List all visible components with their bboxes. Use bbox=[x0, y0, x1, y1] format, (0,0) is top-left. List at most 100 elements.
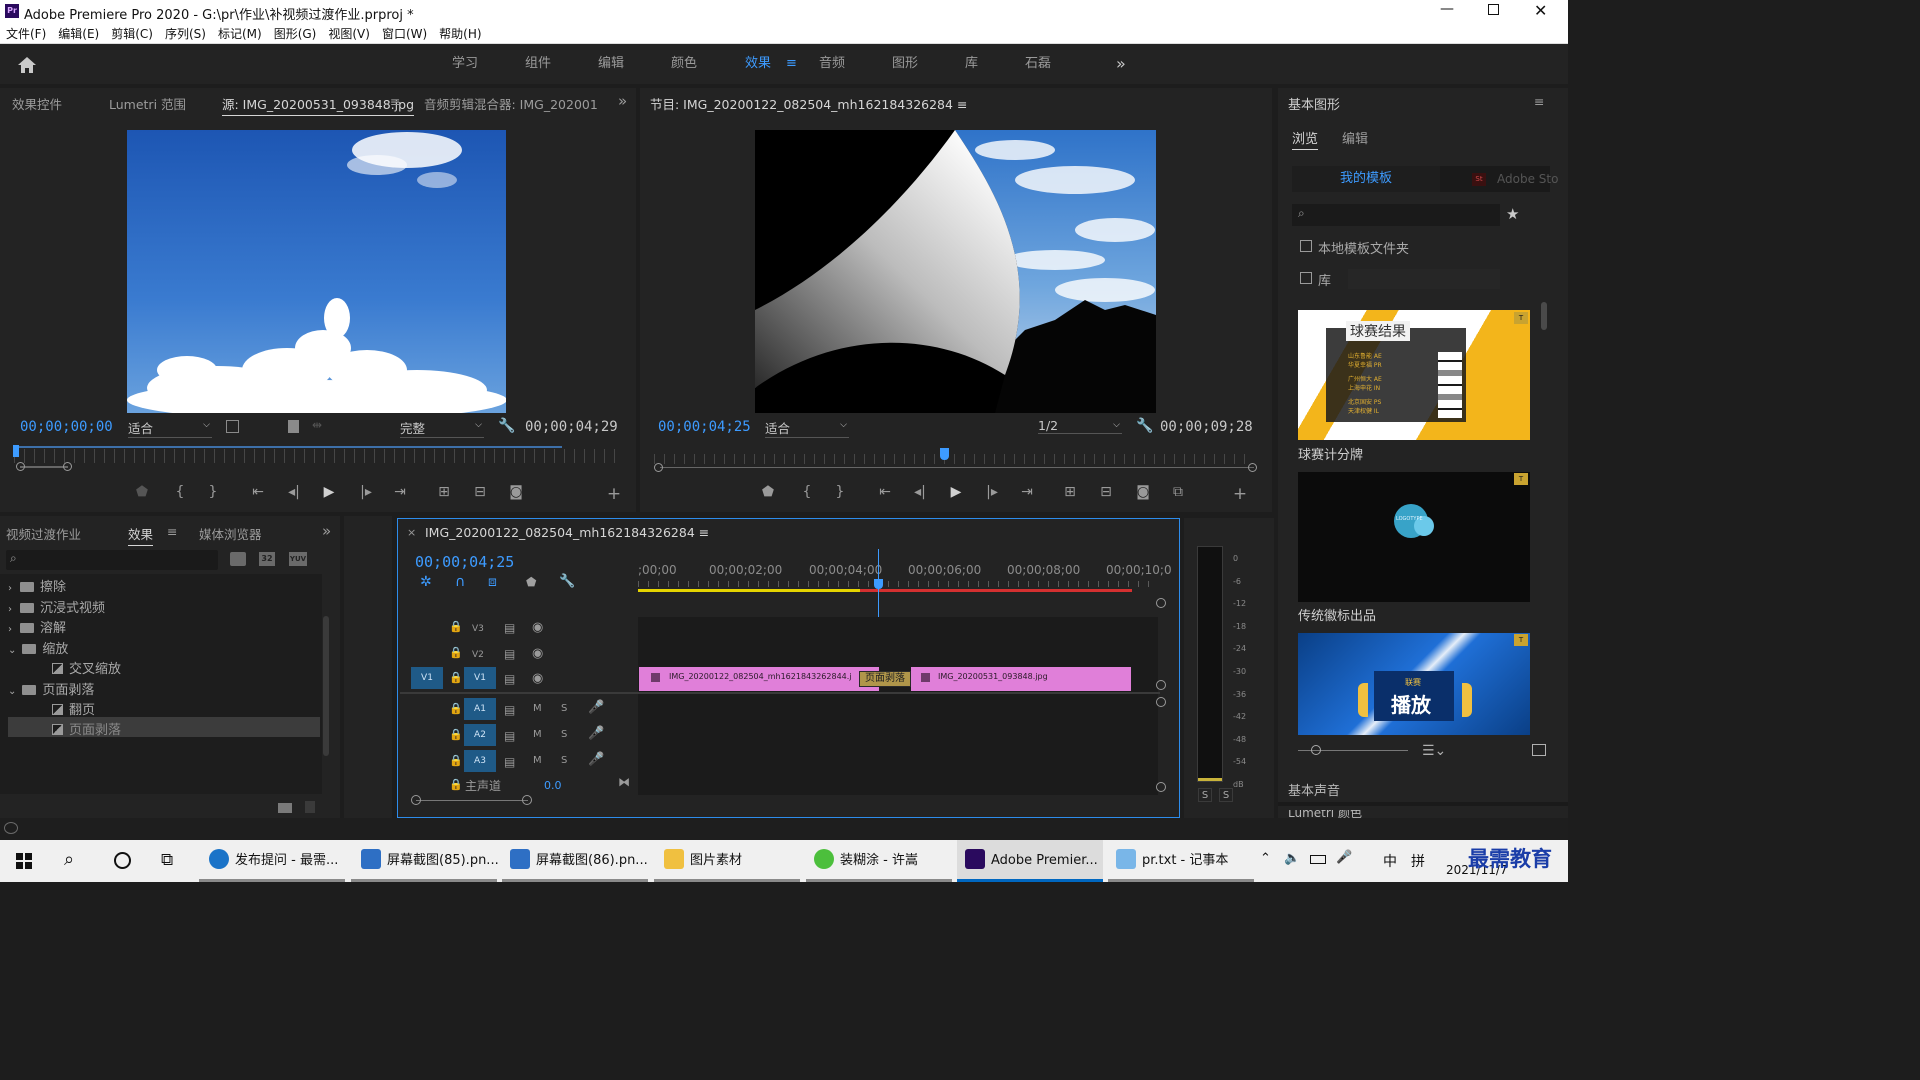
eye-icon[interactable]: ◉ bbox=[532, 671, 543, 686]
solo-left-button[interactable]: S bbox=[1198, 788, 1212, 802]
workspace-graphics[interactable]: 图形 bbox=[892, 44, 918, 84]
tree-folder-page-peel[interactable]: ⌄ 页面剥落 bbox=[8, 679, 94, 698]
snap-icon[interactable]: ∩ bbox=[455, 574, 465, 590]
step-back-icon[interactable]: ◂| bbox=[910, 484, 930, 500]
32bit-effects-icon[interactable]: 32 bbox=[259, 552, 275, 566]
source-playhead[interactable] bbox=[13, 445, 19, 457]
button-editor-add-icon[interactable]: + bbox=[1230, 484, 1250, 504]
source-quality-dropdown[interactable]: 完整 ⌵ bbox=[400, 418, 484, 438]
workspace-learn[interactable]: 学习 bbox=[452, 44, 478, 84]
minimize-icon[interactable]: — bbox=[1440, 1, 1454, 17]
vertical-zoom-handle[interactable] bbox=[1156, 782, 1166, 792]
workspace-custom[interactable]: 石磊 bbox=[1025, 44, 1051, 84]
lock-icon[interactable]: 🔒 bbox=[449, 646, 463, 659]
track-label-a1[interactable]: A1 bbox=[464, 698, 496, 720]
menu-view[interactable]: 视图(V) bbox=[322, 24, 376, 44]
maximize-icon[interactable] bbox=[1488, 4, 1499, 15]
taskbar-item-folder[interactable]: 图片素材 bbox=[654, 840, 800, 882]
lock-icon[interactable]: 🔒 bbox=[449, 728, 463, 741]
slider-handle[interactable] bbox=[1311, 745, 1321, 755]
new-bin-icon[interactable] bbox=[278, 803, 292, 813]
lock-icon[interactable]: 🔒 bbox=[449, 671, 463, 684]
horizontal-zoom-bar[interactable] bbox=[416, 800, 528, 801]
template-search-input[interactable] bbox=[1292, 204, 1500, 226]
menu-marker[interactable]: 标记(M) bbox=[212, 24, 268, 44]
zoom-handle-left[interactable] bbox=[654, 463, 663, 472]
lock-icon[interactable]: 🔒 bbox=[449, 754, 463, 767]
track-label-a2[interactable]: A2 bbox=[464, 724, 496, 746]
taskbar-item-premiere[interactable]: Adobe Premier... bbox=[957, 840, 1103, 882]
program-time-ruler[interactable] bbox=[654, 454, 1254, 464]
tree-folder-zoom[interactable]: ⌄ 缩放 bbox=[8, 638, 68, 657]
go-to-end-icon[interactable]: ⧓ bbox=[618, 775, 630, 789]
background-tasks-icon[interactable] bbox=[4, 822, 18, 834]
settings-wrench-icon[interactable]: 🔧 bbox=[498, 418, 515, 434]
tab-edit[interactable]: 编辑 bbox=[1342, 128, 1368, 147]
lift-icon[interactable]: ⊞ bbox=[1060, 484, 1080, 500]
sync-lock-icon[interactable]: ▤ bbox=[504, 729, 515, 743]
mark-out-icon[interactable]: } bbox=[830, 484, 850, 500]
lock-icon[interactable]: 🔒 bbox=[449, 702, 463, 715]
panel-overflow-icon[interactable]: » bbox=[618, 92, 627, 110]
show-hidden-icons-icon[interactable]: ⌃ bbox=[1260, 851, 1271, 866]
workspace-assembly[interactable]: 组件 bbox=[525, 44, 551, 84]
home-icon[interactable] bbox=[17, 56, 37, 74]
timeline-ruler[interactable]: ;00;00 00;00;02;00 00;00;04;00 00;00;06;… bbox=[638, 555, 1172, 593]
master-volume-value[interactable]: 0.0 bbox=[544, 779, 562, 792]
source-adobe-stock[interactable]: Adobe Sto bbox=[1497, 172, 1558, 186]
program-timecode[interactable]: 00;00;04;25 bbox=[658, 419, 751, 435]
templates-scrollbar[interactable] bbox=[1541, 302, 1547, 330]
panel-menu-icon[interactable]: ≡ bbox=[1534, 94, 1544, 109]
sync-lock-icon[interactable]: ▤ bbox=[504, 621, 515, 635]
lock-icon[interactable]: 🔒 bbox=[449, 778, 463, 791]
mute-toggle[interactable]: M bbox=[533, 703, 542, 714]
clip-v1-second[interactable]: IMG_20200531_093848.jpg bbox=[911, 667, 1131, 691]
source-fit-dropdown[interactable]: 适合 ⌵ bbox=[128, 418, 212, 438]
taskbar-item-screenshot-86[interactable]: 屏幕截图(86).pn... bbox=[502, 840, 648, 882]
step-back-icon[interactable]: ◂| bbox=[284, 484, 304, 500]
source-patch-v1[interactable]: V1 bbox=[411, 667, 443, 689]
microphone-icon[interactable]: 🎤 bbox=[588, 752, 604, 767]
menu-help[interactable]: 帮助(H) bbox=[433, 24, 487, 44]
button-editor-add-icon[interactable]: + bbox=[604, 484, 624, 504]
workspace-overflow-icon[interactable]: » bbox=[1116, 44, 1126, 84]
tab-effects[interactable]: 效果 bbox=[128, 524, 154, 546]
tab-effect-controls[interactable]: 效果控件 bbox=[12, 94, 62, 113]
menu-clip[interactable]: 剪辑(C) bbox=[105, 24, 159, 44]
sync-lock-icon[interactable]: ▤ bbox=[504, 703, 515, 717]
comparison-view-icon[interactable]: ⧉ bbox=[1168, 484, 1188, 500]
play-icon[interactable]: ▶ bbox=[946, 484, 966, 500]
workspace-audio[interactable]: 音频 bbox=[819, 44, 845, 84]
template-thumb-scoreboard[interactable]: 球赛结果 山东鲁能 AE 华夏幸福 PR 广州恒大 AE 上海申花 IN 北京国安 PS… bbox=[1298, 310, 1530, 440]
track-label-v3[interactable]: V3 bbox=[472, 624, 484, 634]
timeline-settings-wrench-icon[interactable]: 🔧 bbox=[559, 574, 575, 589]
close-tab-icon[interactable]: × bbox=[407, 526, 416, 539]
zoom-handle-right[interactable] bbox=[1248, 463, 1257, 472]
cortana-icon[interactable] bbox=[114, 852, 131, 869]
mark-in-icon[interactable]: { bbox=[170, 484, 190, 500]
tab-project[interactable]: 视频过渡作业 bbox=[6, 524, 81, 543]
favorites-star-icon[interactable]: ★ bbox=[1506, 205, 1519, 223]
new-layer-icon[interactable] bbox=[1532, 744, 1546, 756]
windows-start-icon[interactable] bbox=[16, 853, 32, 869]
source-my-templates[interactable]: 我的模板 bbox=[1292, 166, 1440, 192]
taskbar-item-browser[interactable]: 发布提问 - 最需... bbox=[199, 840, 345, 882]
tree-folder-dissolve[interactable]: › 溶解 bbox=[8, 617, 66, 636]
close-icon[interactable]: ✕ bbox=[1534, 1, 1547, 20]
workspace-libraries[interactable]: 库 bbox=[965, 44, 978, 84]
basic-sound-panel-title[interactable]: 基本声音 bbox=[1288, 780, 1340, 799]
microphone-icon[interactable]: 🎤 bbox=[588, 726, 604, 741]
eye-icon[interactable]: ◉ bbox=[532, 620, 543, 635]
tab-menu-icon[interactable]: ≡ bbox=[390, 94, 400, 109]
export-frame-small-icon[interactable] bbox=[288, 420, 299, 433]
solo-toggle[interactable]: S bbox=[561, 703, 567, 714]
tree-folder-wipe[interactable]: › 擦除 bbox=[8, 576, 66, 595]
zoom-handle-right[interactable] bbox=[522, 795, 532, 805]
input-method-indicator[interactable]: 中 bbox=[1383, 851, 1397, 871]
tree-fx-page-turn[interactable]: 翻页 bbox=[52, 699, 95, 718]
program-resolution-dropdown[interactable]: 1/2 ⌵ bbox=[1038, 418, 1122, 434]
tab-audio-clip-mixer[interactable]: 音频剪辑混合器: IMG_202001 bbox=[424, 94, 598, 113]
vertical-zoom-handle[interactable] bbox=[1156, 598, 1166, 608]
solo-right-button[interactable]: S bbox=[1219, 788, 1233, 802]
source-timecode[interactable]: 00;00;00;00 bbox=[20, 419, 113, 435]
